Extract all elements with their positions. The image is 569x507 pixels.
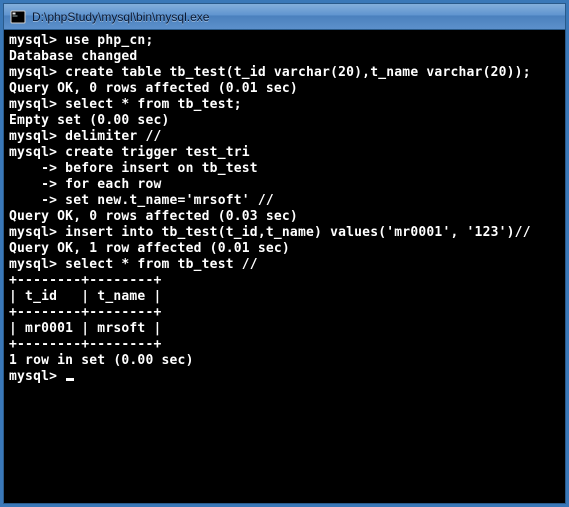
titlebar[interactable]: D:\phpStudy\mysql\bin\mysql.exe	[4, 4, 565, 30]
terminal-line: Query OK, 1 row affected (0.01 sec)	[9, 241, 560, 257]
terminal-line: 1 row in set (0.00 sec)	[9, 353, 560, 369]
window-title: D:\phpStudy\mysql\bin\mysql.exe	[32, 10, 209, 24]
terminal-line: | mr0001 | mrsoft |	[9, 321, 560, 337]
terminal-line: mysql> select * from tb_test;	[9, 97, 560, 113]
terminal-line: Database changed	[9, 49, 560, 65]
terminal-line: mysql> insert into tb_test(t_id,t_name) …	[9, 225, 560, 241]
terminal-line: -> set new.t_name='mrsoft' //	[9, 193, 560, 209]
terminal-line: +--------+--------+	[9, 337, 560, 353]
terminal-line: -> before insert on tb_test	[9, 161, 560, 177]
console-window: D:\phpStudy\mysql\bin\mysql.exe mysql> u…	[3, 3, 566, 504]
terminal-line: mysql>	[9, 369, 560, 385]
terminal-line: mysql> select * from tb_test //	[9, 257, 560, 273]
terminal-line: +--------+--------+	[9, 273, 560, 289]
terminal-line: mysql> delimiter //	[9, 129, 560, 145]
mysql-console-icon	[10, 9, 26, 25]
terminal-line: Empty set (0.00 sec)	[9, 113, 560, 129]
terminal-line: -> for each row	[9, 177, 560, 193]
terminal-line: Query OK, 0 rows affected (0.03 sec)	[9, 209, 560, 225]
terminal-line: mysql> create trigger test_tri	[9, 145, 560, 161]
terminal-line: mysql> create table tb_test(t_id varchar…	[9, 65, 560, 81]
terminal-line: mysql> use php_cn;	[9, 33, 560, 49]
terminal-line: Query OK, 0 rows affected (0.01 sec)	[9, 81, 560, 97]
terminal-line: +--------+--------+	[9, 305, 560, 321]
cursor	[66, 378, 74, 381]
terminal-line: | t_id | t_name |	[9, 289, 560, 305]
terminal-output[interactable]: mysql> use php_cn;Database changedmysql>…	[4, 30, 565, 503]
